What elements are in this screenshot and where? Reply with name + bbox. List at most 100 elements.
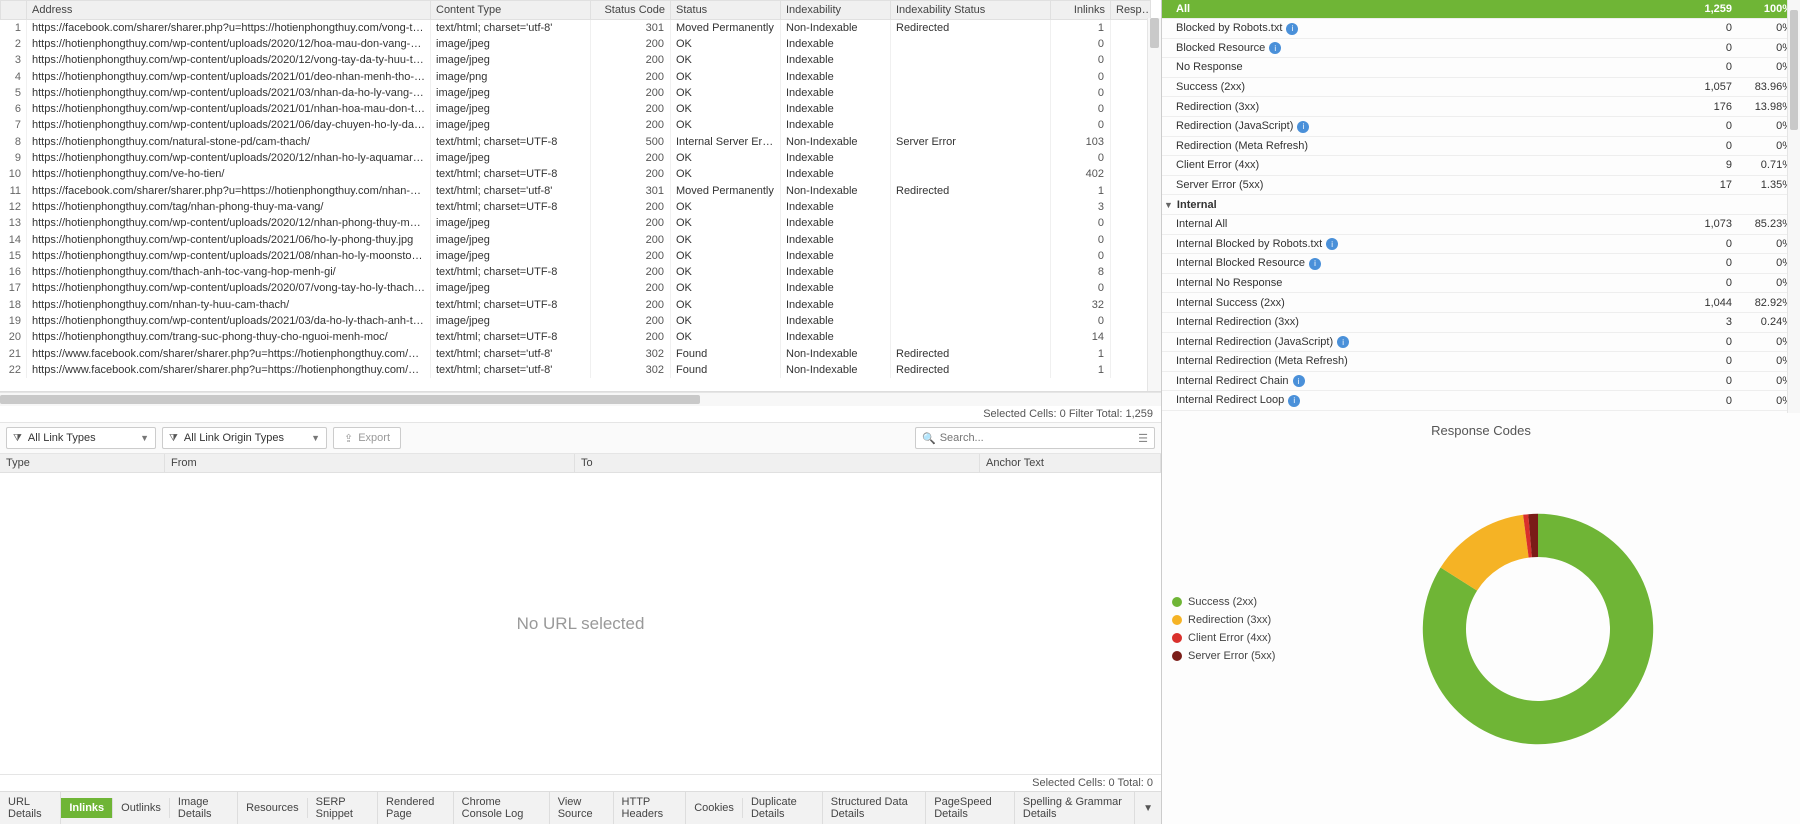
table-row[interactable]: 16https://hotienphongthuy.com/thach-anh-… — [1, 264, 1151, 280]
table-row[interactable]: 2https://hotienphongthuy.com/wp-content/… — [1, 36, 1151, 52]
tab-outlinks[interactable]: Outlinks — [113, 798, 170, 818]
overview-row-internal-success-2xx-[interactable]: Internal Success (2xx)1,04482.92% — [1162, 293, 1800, 313]
table-row[interactable]: 8https://hotienphongthuy.com/natural-sto… — [1, 134, 1151, 150]
tabs-overflow-icon[interactable]: ▼ — [1135, 801, 1161, 816]
info-icon[interactable]: i — [1286, 23, 1298, 35]
tab-spelling-grammar-details[interactable]: Spelling & Grammar Details — [1015, 792, 1135, 824]
swatch-icon — [1172, 651, 1182, 661]
table-row[interactable]: 10https://hotienphongthuy.com/ve-ho-tien… — [1, 166, 1151, 182]
table-row[interactable]: 19https://hotienphongthuy.com/wp-content… — [1, 313, 1151, 329]
overview-row-internal-redirection-javascript-[interactable]: Internal Redirection (JavaScript)i00% — [1162, 333, 1800, 353]
table-row[interactable]: 11https://facebook.com/sharer/sharer.php… — [1, 182, 1151, 198]
overview-row-no-response[interactable]: No Response00% — [1162, 58, 1800, 78]
lower-col-type[interactable]: Type — [0, 454, 165, 472]
overview-row-redirection-meta-refresh-[interactable]: Redirection (Meta Refresh)00% — [1162, 137, 1800, 157]
table-row[interactable]: 18https://hotienphongthuy.com/nhan-ty-hu… — [1, 297, 1151, 313]
overview-row-all[interactable]: All1,259100% — [1162, 0, 1800, 19]
search-options-icon[interactable]: ☰ — [1138, 432, 1148, 445]
tab-inlinks[interactable]: Inlinks — [61, 798, 113, 818]
table-row[interactable]: 9https://hotienphongthuy.com/wp-content/… — [1, 150, 1151, 166]
table-row[interactable]: 22https://www.facebook.com/sharer/sharer… — [1, 362, 1151, 378]
overview-row-redirection-javascript-[interactable]: Redirection (JavaScript)i00% — [1162, 117, 1800, 137]
bottom-tabs: URL DetailsInlinksOutlinksImage DetailsR… — [0, 791, 1161, 824]
col-inlinks[interactable]: Inlinks — [1051, 1, 1111, 20]
main-scroll-vertical[interactable] — [1147, 18, 1161, 391]
tab-url-details[interactable]: URL Details — [0, 792, 61, 824]
overview-row-internal-no-response[interactable]: Internal No Response00% — [1162, 274, 1800, 294]
overview-row-internal-blocked-resource[interactable]: Internal Blocked Resourcei00% — [1162, 254, 1800, 274]
col-indexability-status[interactable]: Indexability Status — [891, 1, 1051, 20]
tab-chrome-console-log[interactable]: Chrome Console Log — [454, 792, 550, 824]
info-icon[interactable]: i — [1337, 336, 1349, 348]
chart-panel: Response Codes Success (2xx)Redirection … — [1162, 413, 1800, 824]
table-row[interactable]: 21https://www.facebook.com/sharer/sharer… — [1, 345, 1151, 361]
col-status[interactable]: Status — [671, 1, 781, 20]
tab-serp-snippet[interactable]: SERP Snippet — [308, 792, 378, 824]
col-indexability[interactable]: Indexability — [781, 1, 891, 20]
overview-row-internal-redirect-loop[interactable]: Internal Redirect Loopi00% — [1162, 391, 1800, 411]
swatch-icon — [1172, 633, 1182, 643]
filter-icon — [169, 432, 178, 444]
col-rownum[interactable] — [1, 1, 27, 20]
lower-col-from[interactable]: From — [165, 454, 575, 472]
overview-row-internal-all[interactable]: Internal All1,07385.23% — [1162, 215, 1800, 235]
inlinks-columns: TypeFromToAnchor Text — [0, 454, 1161, 473]
overview-row-blocked-resource[interactable]: Blocked Resourcei00% — [1162, 39, 1800, 59]
info-icon[interactable]: i — [1326, 238, 1338, 250]
overview-list[interactable]: All1,259100%Blocked by Robots.txti00%Blo… — [1162, 0, 1800, 413]
tab-cookies[interactable]: Cookies — [686, 798, 743, 818]
tab-rendered-page[interactable]: Rendered Page — [378, 792, 454, 824]
tab-pagespeed-details[interactable]: PageSpeed Details — [926, 792, 1015, 824]
tab-resources[interactable]: Resources — [238, 798, 308, 818]
table-row[interactable]: 3https://hotienphongthuy.com/wp-content/… — [1, 52, 1151, 68]
info-icon[interactable]: i — [1309, 258, 1321, 270]
table-row[interactable]: 12https://hotienphongthuy.com/tag/nhan-p… — [1, 199, 1151, 215]
link-types-combo[interactable]: All Link Types ▼ — [6, 427, 156, 449]
main-url-table[interactable]: AddressContent TypeStatus CodeStatusInde… — [0, 0, 1161, 392]
info-icon[interactable]: i — [1269, 42, 1281, 54]
col-resp-[interactable]: Resp… — [1111, 1, 1151, 20]
search-input[interactable] — [940, 432, 1138, 444]
table-row[interactable]: 4https://hotienphongthuy.com/wp-content/… — [1, 68, 1151, 84]
table-row[interactable]: 13https://hotienphongthuy.com/wp-content… — [1, 215, 1151, 231]
tab-image-details[interactable]: Image Details — [170, 792, 238, 824]
tab-duplicate-details[interactable]: Duplicate Details — [743, 792, 823, 824]
donut-chart — [1285, 444, 1790, 814]
info-icon[interactable]: i — [1297, 121, 1309, 133]
table-row[interactable]: 20https://hotienphongthuy.com/trang-suc-… — [1, 329, 1151, 345]
col-content-type[interactable]: Content Type — [431, 1, 591, 20]
overview-row-internal-redirection-3xx-[interactable]: Internal Redirection (3xx)30.24% — [1162, 313, 1800, 333]
table-row[interactable]: 17https://hotienphongthuy.com/wp-content… — [1, 280, 1151, 296]
link-origin-combo[interactable]: All Link Origin Types ▼ — [162, 427, 327, 449]
overview-row-internal-redirection-meta-refresh-[interactable]: Internal Redirection (Meta Refresh)00% — [1162, 352, 1800, 372]
info-icon[interactable]: i — [1293, 375, 1305, 387]
main-scroll-horizontal[interactable] — [0, 392, 1161, 406]
overview-row-server-error-5xx-[interactable]: Server Error (5xx)171.35% — [1162, 176, 1800, 196]
overview-row-blocked-by-robots-txt[interactable]: Blocked by Robots.txti00% — [1162, 19, 1800, 39]
lower-col-to[interactable]: To — [575, 454, 980, 472]
table-row[interactable]: 14https://hotienphongthuy.com/wp-content… — [1, 231, 1151, 247]
overview-row-redirection-3xx-[interactable]: Redirection (3xx)17613.98% — [1162, 97, 1800, 117]
table-row[interactable]: 1https://facebook.com/sharer/sharer.php?… — [1, 20, 1151, 36]
search-box[interactable]: 🔍 ☰ — [915, 427, 1155, 449]
table-row[interactable]: 5https://hotienphongthuy.com/wp-content/… — [1, 85, 1151, 101]
tab-structured-data-details[interactable]: Structured Data Details — [823, 792, 927, 824]
chart-legend: Success (2xx)Redirection (3xx)Client Err… — [1172, 444, 1275, 814]
col-status-code[interactable]: Status Code — [591, 1, 671, 20]
table-row[interactable]: 15https://hotienphongthuy.com/wp-content… — [1, 248, 1151, 264]
table-row[interactable]: 6https://hotienphongthuy.com/wp-content/… — [1, 101, 1151, 117]
info-icon[interactable]: i — [1288, 395, 1300, 407]
lower-col-anchor-text[interactable]: Anchor Text — [980, 454, 1161, 472]
overview-row-internal[interactable]: ▼Internal — [1162, 195, 1800, 215]
tab-view-source[interactable]: View Source — [550, 792, 614, 824]
overview-row-internal-redirect-chain[interactable]: Internal Redirect Chaini00% — [1162, 372, 1800, 392]
col-address[interactable]: Address — [27, 1, 431, 20]
tab-http-headers[interactable]: HTTP Headers — [614, 792, 687, 824]
table-row[interactable]: 7https://hotienphongthuy.com/wp-content/… — [1, 117, 1151, 133]
overview-scroll[interactable] — [1787, 0, 1800, 413]
overview-row-internal-blocked-by-robots-txt[interactable]: Internal Blocked by Robots.txti00% — [1162, 235, 1800, 255]
export-button[interactable]: ⇪ Export — [333, 427, 401, 449]
overview-row-success-2xx-[interactable]: Success (2xx)1,05783.96% — [1162, 78, 1800, 98]
overview-row-client-error-4xx-[interactable]: Client Error (4xx)90.71% — [1162, 156, 1800, 176]
main-status-line: Selected Cells: 0 Filter Total: 1,259 — [0, 406, 1161, 422]
